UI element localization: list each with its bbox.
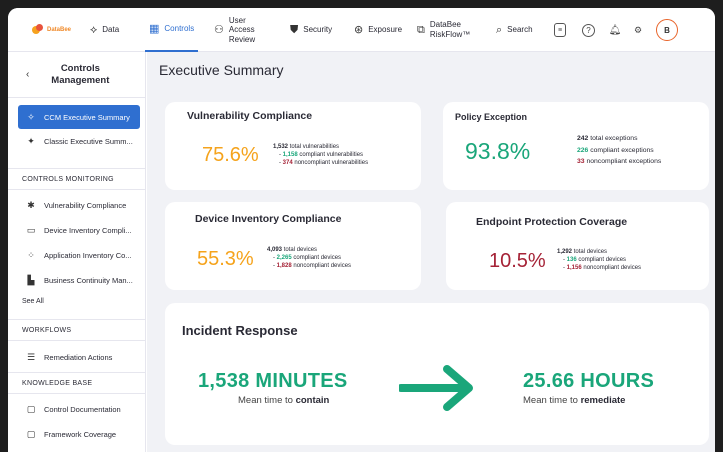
checklist-icon: ☰ [26, 351, 36, 362]
sidebar-header: ‹ Controls Management [8, 52, 145, 98]
app-window: DataBee ⟡ Data ▦ Controls ⚇ User Access … [8, 8, 715, 452]
sidebar: ‹ Controls Management ✧ CCM Executive Su… [8, 52, 146, 452]
card-title: Device Inventory Compliance [195, 213, 342, 225]
top-navigation: DataBee ⟡ Data ▦ Controls ⚇ User Access … [8, 8, 715, 52]
data-icon: ⟡ [90, 23, 98, 36]
sparkle-icon: ✧ [27, 111, 35, 122]
device-inventory-card[interactable]: Device Inventory Compliance 55.3% 4,093 … [165, 202, 421, 290]
search-icon: ⌕ [496, 23, 503, 36]
nav-data[interactable]: ⟡ Data [90, 8, 119, 52]
sidebar-title: Controls Management [51, 62, 110, 86]
nav-user-access-review[interactable]: ⚇ User Access Review [214, 8, 265, 52]
sidebar-item-remediation-actions[interactable]: ☰ Remediation Actions [18, 345, 140, 369]
remediate-caption: Mean time to remediate [523, 395, 626, 406]
card-title: Vulnerability Compliance [187, 110, 313, 122]
riskflow-icon: ⧉ [417, 23, 425, 36]
sidebar-item-label: Application Inventory Co... [44, 250, 132, 260]
contain-value: 1,538 MINUTES [198, 370, 348, 392]
nav-exposure-label: Exposure [368, 25, 403, 35]
device-percent: 55.3% [197, 248, 254, 270]
book-open-icon: ▢ [26, 428, 36, 439]
arrow-right-icon [399, 365, 473, 411]
user-avatar[interactable]: B [656, 19, 678, 41]
page-title: Executive Summary [159, 62, 284, 78]
section-knowledge-base: KNOWLEDGE BASE [8, 372, 146, 394]
policy-exception-card[interactable]: Policy Exception 93.8% 242 total excepti… [443, 102, 709, 190]
sidebar-item-label: Business Continuity Man... [44, 275, 133, 285]
bell-icon[interactable]: 🔔︎ [606, 21, 624, 39]
back-chevron-icon[interactable]: ‹ [26, 69, 29, 80]
nav-data-label: Data [102, 25, 120, 35]
sidebar-item-label: Framework Coverage [44, 429, 117, 439]
card-title: Policy Exception [455, 112, 528, 122]
help-icon[interactable]: ? [582, 24, 595, 37]
sidebar-item-label: CCM Executive Summary [44, 112, 130, 122]
nav-riskflow[interactable]: ⧉ DataBee RiskFlow™ [417, 8, 474, 52]
grid-icon: ▦ [149, 22, 160, 35]
sidebar-item-control-documentation[interactable]: ▢ Control Documentation [18, 397, 140, 421]
nav-security-label: Security [303, 25, 333, 35]
endpoint-protection-card[interactable]: Endpoint Protection Coverage 10.5% 1,292… [446, 202, 709, 290]
see-all-link[interactable]: See All [22, 298, 44, 305]
nav-search[interactable]: ⌕ Search [496, 8, 533, 52]
monitor-icon: ▭ [26, 224, 36, 235]
policy-percent: 93.8% [465, 138, 531, 164]
endpoint-stats: 1,292 total devices - 136 compliant devi… [557, 249, 642, 272]
vulnerability-percent: 75.6% [202, 144, 259, 166]
building-icon: ▙ [27, 274, 35, 285]
device-stats: 4,093 total devices - 2,265 compliant de… [267, 247, 352, 270]
sidebar-item-classic-executive-summary[interactable]: ✦ Classic Executive Summ... [18, 129, 140, 153]
vulnerability-compliance-card[interactable]: Vulnerability Compliance 75.6% 1,532 tot… [165, 102, 421, 190]
nav-riskflow-label: DataBee RiskFlow™ [429, 20, 471, 39]
nav-controls-label: Controls [164, 24, 195, 34]
remediate-value: 25.66 HOURS [523, 370, 655, 392]
contain-caption: Mean time to contain [238, 395, 330, 406]
nav-search-label: Search [507, 25, 533, 35]
apps-icon: ⁘ [27, 249, 35, 260]
sidebar-item-business-continuity[interactable]: ▙ Business Continuity Man... [18, 268, 140, 292]
sidebar-item-label: Control Documentation [44, 404, 121, 414]
policy-stats: 242 total exceptions 226 compliant excep… [577, 135, 662, 166]
sidebar-item-label: Remediation Actions [44, 352, 113, 362]
users-icon: ⚇ [214, 23, 224, 36]
vulnerability-stats: 1,532 total vulnerabilities - 1,158 comp… [273, 144, 369, 167]
sidebar-item-label: Vulnerability Compliance [44, 200, 127, 210]
section-workflows: WORKFLOWS [8, 319, 146, 341]
section-controls-monitoring: CONTROLS MONITORING [8, 168, 146, 190]
sidebar-item-label: Device Inventory Compli... [44, 225, 132, 235]
databee-logo[interactable]: DataBee [32, 24, 71, 36]
nav-exposure[interactable]: ⊛ Exposure [354, 8, 402, 52]
databee-logo-icon [32, 24, 44, 36]
sidebar-item-label: Classic Executive Summ... [44, 136, 133, 146]
nav-security[interactable]: ⛊ Security [290, 8, 332, 52]
sidebar-item-ccm-executive-summary[interactable]: ✧ CCM Executive Summary [18, 105, 140, 129]
nav-user-access-review-label: User Access Review [228, 15, 256, 44]
main-content: Executive Summary Vulnerability Complian… [147, 52, 715, 452]
endpoint-percent: 10.5% [489, 250, 546, 272]
card-title: Endpoint Protection Coverage [476, 216, 628, 228]
brand-name: DataBee [47, 27, 72, 33]
incident-response-card[interactable]: Incident Response 1,538 MINUTES Mean tim… [165, 303, 709, 445]
exposure-icon: ⊛ [354, 23, 364, 36]
card-title: Incident Response [182, 323, 298, 338]
sidebar-item-vulnerability-compliance[interactable]: ✱ Vulnerability Compliance [18, 193, 140, 217]
book-open-icon: ▢ [26, 403, 36, 414]
shield-icon: ⛊ [290, 23, 299, 36]
integrations-icon[interactable]: ⚙ [629, 21, 647, 39]
nav-controls[interactable]: ▦ Controls [145, 8, 199, 52]
sidebar-item-device-inventory[interactable]: ▭ Device Inventory Compli... [18, 218, 140, 242]
book-icon[interactable]: ≡ [554, 23, 566, 37]
sparkle-icon: ✦ [27, 135, 35, 146]
sidebar-item-framework-coverage[interactable]: ▢ Framework Coverage [18, 422, 140, 446]
bug-icon: ✱ [27, 199, 35, 210]
sidebar-item-application-inventory[interactable]: ⁘ Application Inventory Co... [18, 243, 140, 267]
